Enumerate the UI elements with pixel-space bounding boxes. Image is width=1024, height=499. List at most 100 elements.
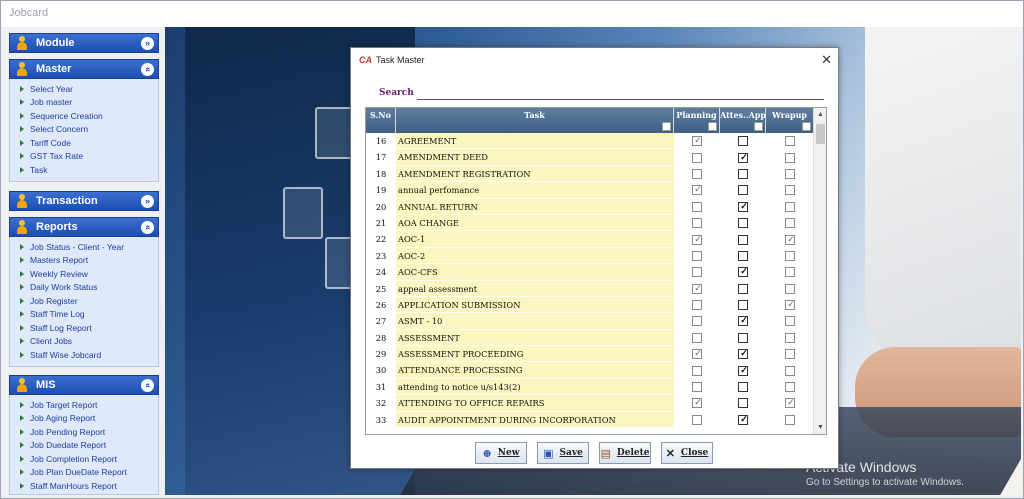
nav-item[interactable]: Staff Time Log bbox=[10, 308, 158, 322]
table-row[interactable]: 31 attending to notice u/s143(2) bbox=[366, 378, 814, 396]
wrapup-checkbox[interactable] bbox=[785, 332, 795, 343]
chevron-up-icon[interactable]: » bbox=[141, 63, 154, 76]
table-row[interactable]: 22 AOC-1 bbox=[366, 231, 814, 248]
nav-item[interactable]: Client Jobs bbox=[10, 335, 158, 349]
close-icon[interactable]: ✕ bbox=[821, 52, 832, 68]
planning-checkbox[interactable] bbox=[692, 267, 702, 278]
attes-checkbox[interactable] bbox=[738, 349, 749, 360]
column-header-attes[interactable]: Attes..Appl bbox=[720, 108, 769, 133]
sidebar-section-module[interactable]: Module » bbox=[9, 33, 159, 53]
row-task[interactable]: AOC-CFS bbox=[396, 264, 674, 281]
row-task[interactable]: APPLICATION SUBMISSION bbox=[396, 296, 674, 314]
row-task[interactable]: AOA CHANGE bbox=[396, 214, 674, 232]
wrapup-checkbox[interactable] bbox=[785, 185, 795, 196]
row-task[interactable]: AGREEMENT bbox=[396, 133, 674, 150]
attes-checkbox[interactable] bbox=[738, 365, 749, 376]
planning-checkbox[interactable] bbox=[692, 316, 702, 327]
nav-item[interactable]: Sequence Creation bbox=[10, 109, 158, 123]
nav-item[interactable]: Tariff Code bbox=[10, 136, 158, 150]
planning-checkbox[interactable] bbox=[692, 185, 703, 196]
planning-checkbox[interactable] bbox=[692, 283, 703, 294]
scroll-thumb[interactable] bbox=[816, 124, 825, 144]
nav-item[interactable]: Job Register bbox=[10, 294, 158, 308]
table-row[interactable]: 21 AOA CHANGE bbox=[366, 214, 814, 232]
planning-checkbox[interactable] bbox=[692, 234, 703, 245]
scroll-down-icon[interactable]: ▼ bbox=[814, 421, 826, 434]
table-row[interactable]: 16 AGREEMENT bbox=[366, 133, 814, 150]
wrapup-checkbox[interactable] bbox=[785, 365, 795, 376]
filter-icon[interactable] bbox=[708, 122, 717, 131]
chevron-down-icon[interactable]: » bbox=[141, 37, 154, 50]
nav-item[interactable]: Masters Report bbox=[10, 254, 158, 268]
search-input[interactable] bbox=[417, 86, 824, 100]
row-task[interactable]: ANNUAL RETURN bbox=[396, 198, 674, 215]
planning-checkbox[interactable] bbox=[692, 414, 702, 425]
row-task[interactable]: AMENDMENT DEED bbox=[396, 149, 674, 166]
close-button[interactable]: ✕ Close bbox=[661, 442, 713, 464]
attes-checkbox[interactable] bbox=[738, 201, 749, 212]
attes-checkbox[interactable] bbox=[738, 185, 748, 196]
attes-checkbox[interactable] bbox=[738, 218, 748, 229]
row-task[interactable]: AOC-2 bbox=[396, 247, 674, 265]
wrapup-checkbox[interactable] bbox=[785, 201, 795, 212]
row-task[interactable]: ASSESSMENT bbox=[396, 329, 674, 347]
wrapup-checkbox[interactable] bbox=[785, 349, 795, 360]
row-task[interactable]: AOC-1 bbox=[396, 231, 674, 248]
nav-item[interactable]: Job Target Report bbox=[10, 398, 158, 412]
attes-checkbox[interactable] bbox=[738, 267, 749, 278]
table-row[interactable]: 24 AOC-CFS bbox=[366, 264, 814, 281]
row-task[interactable]: attending to notice u/s143(2) bbox=[396, 378, 674, 396]
attes-checkbox[interactable] bbox=[738, 414, 749, 425]
column-header-task[interactable]: Task bbox=[396, 108, 674, 133]
nav-item[interactable]: Daily Work Status bbox=[10, 281, 158, 295]
column-header-sno[interactable]: S.No bbox=[366, 108, 396, 133]
nav-item[interactable]: Staff ManHours Report bbox=[10, 479, 158, 493]
attes-checkbox[interactable] bbox=[738, 283, 748, 294]
column-header-planning[interactable]: Planning bbox=[674, 108, 720, 133]
attes-checkbox[interactable] bbox=[738, 316, 749, 327]
planning-checkbox[interactable] bbox=[692, 382, 702, 393]
nav-item[interactable]: Select Concern bbox=[10, 123, 158, 137]
planning-checkbox[interactable] bbox=[692, 250, 702, 261]
planning-checkbox[interactable] bbox=[692, 349, 703, 360]
table-row[interactable]: 25 appeal assessment bbox=[366, 280, 814, 297]
filter-icon[interactable] bbox=[662, 122, 671, 131]
planning-checkbox[interactable] bbox=[692, 201, 702, 212]
table-row[interactable]: 23 AOC-2 bbox=[366, 247, 814, 265]
wrapup-checkbox[interactable] bbox=[785, 300, 796, 311]
table-row[interactable]: 26 APPLICATION SUBMISSION bbox=[366, 296, 814, 314]
wrapup-checkbox[interactable] bbox=[785, 136, 795, 147]
wrapup-checkbox[interactable] bbox=[785, 168, 795, 179]
nav-item[interactable]: GST Tax Rate bbox=[10, 150, 158, 164]
planning-checkbox[interactable] bbox=[692, 398, 703, 409]
attes-checkbox[interactable] bbox=[738, 234, 748, 245]
nav-item[interactable]: Staff Wise Jobcard bbox=[10, 348, 158, 362]
attes-checkbox[interactable] bbox=[738, 136, 748, 147]
nav-item[interactable]: Select Year bbox=[10, 82, 158, 96]
wrapup-checkbox[interactable] bbox=[785, 152, 795, 163]
table-row[interactable]: 20 ANNUAL RETURN bbox=[366, 198, 814, 215]
nav-item[interactable]: Job Pending Report bbox=[10, 425, 158, 439]
planning-checkbox[interactable] bbox=[692, 136, 703, 147]
chevron-up-icon[interactable]: » bbox=[141, 379, 154, 392]
scroll-up-icon[interactable]: ▲ bbox=[814, 108, 826, 121]
sidebar-section-transaction[interactable]: Transaction » bbox=[9, 191, 159, 211]
planning-checkbox[interactable] bbox=[692, 332, 702, 343]
attes-checkbox[interactable] bbox=[738, 152, 749, 163]
wrapup-checkbox[interactable] bbox=[785, 283, 795, 294]
nav-item[interactable]: Weekly Review bbox=[10, 267, 158, 281]
nav-item[interactable]: Task bbox=[10, 163, 158, 177]
row-task[interactable]: AMENDMENT REGISTRATION bbox=[396, 165, 674, 183]
new-button[interactable]: ⊕ New bbox=[475, 442, 527, 464]
filter-icon[interactable] bbox=[754, 122, 763, 131]
nav-item[interactable]: Job Completion Report bbox=[10, 452, 158, 466]
wrapup-checkbox[interactable] bbox=[785, 218, 795, 229]
table-row[interactable]: 27 ASMT - 10 bbox=[366, 313, 814, 330]
row-task[interactable]: annual perfomance bbox=[396, 182, 674, 199]
nav-item[interactable]: Staff Log Report bbox=[10, 321, 158, 335]
wrapup-checkbox[interactable] bbox=[785, 414, 795, 425]
sidebar-section-mis[interactable]: MIS » bbox=[9, 375, 159, 395]
table-row[interactable]: 17 AMENDMENT DEED bbox=[366, 149, 814, 166]
wrapup-checkbox[interactable] bbox=[785, 234, 796, 245]
nav-item[interactable]: Job Aging Report bbox=[10, 412, 158, 426]
